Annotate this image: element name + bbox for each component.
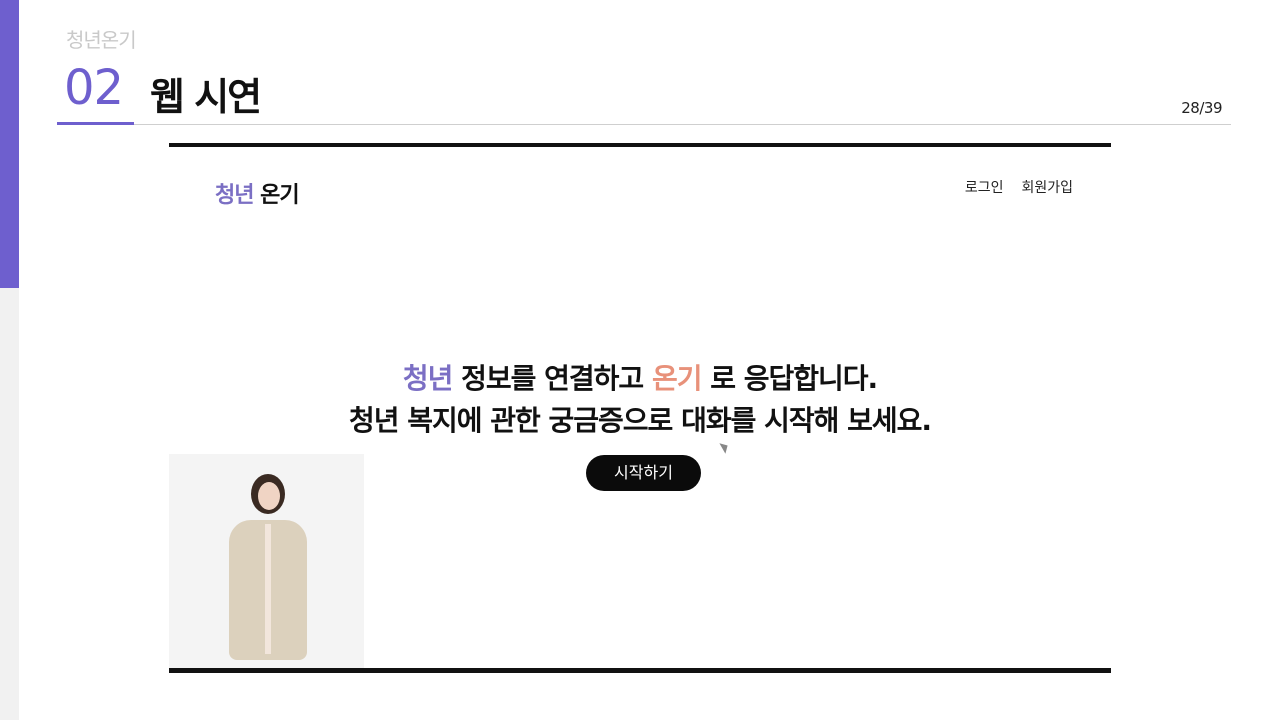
presenter-video: [169, 454, 364, 668]
demo-screenshot-frame: 청년 온기 로그인 회원가입 청년 정보를 연결하고 온기 로 응답합니다. 청…: [169, 143, 1111, 673]
slide-brand: 청년온기: [66, 28, 137, 52]
header-rule-accent: [57, 122, 134, 125]
page-number: 28/39: [1181, 99, 1222, 117]
hero-highlight-warmth: 온기: [651, 362, 703, 395]
site-logo-part2: 온기: [253, 183, 299, 208]
site-nav: 로그인 회원가입: [965, 177, 1073, 197]
presenter-face: [258, 482, 280, 510]
hero-line-2: 청년 복지에 관한 궁금증으로 대화를 시작해 보세요.: [348, 404, 932, 437]
site-logo[interactable]: 청년 온기: [215, 177, 300, 209]
mouse-cursor-icon: [719, 440, 731, 454]
section-number: 02: [64, 60, 124, 116]
hero-text-1: 정보를 연결하고: [452, 362, 652, 395]
hero-line-1: 청년 정보를 연결하고 온기 로 응답합니다.: [169, 361, 1111, 396]
signup-link[interactable]: 회원가입: [1021, 177, 1073, 197]
site-logo-part1: 청년: [215, 183, 254, 208]
presenter-dress-stripe: [265, 524, 271, 654]
left-accent-bar: [0, 0, 19, 288]
start-button[interactable]: 시작하기: [586, 455, 701, 491]
login-link[interactable]: 로그인: [965, 177, 1004, 197]
header-rule: [57, 124, 1231, 125]
hero-highlight-youth: 청년: [402, 362, 454, 395]
hero-text-2: 로 응답합니다.: [701, 362, 878, 395]
section-title: 웹 시연: [150, 75, 262, 119]
